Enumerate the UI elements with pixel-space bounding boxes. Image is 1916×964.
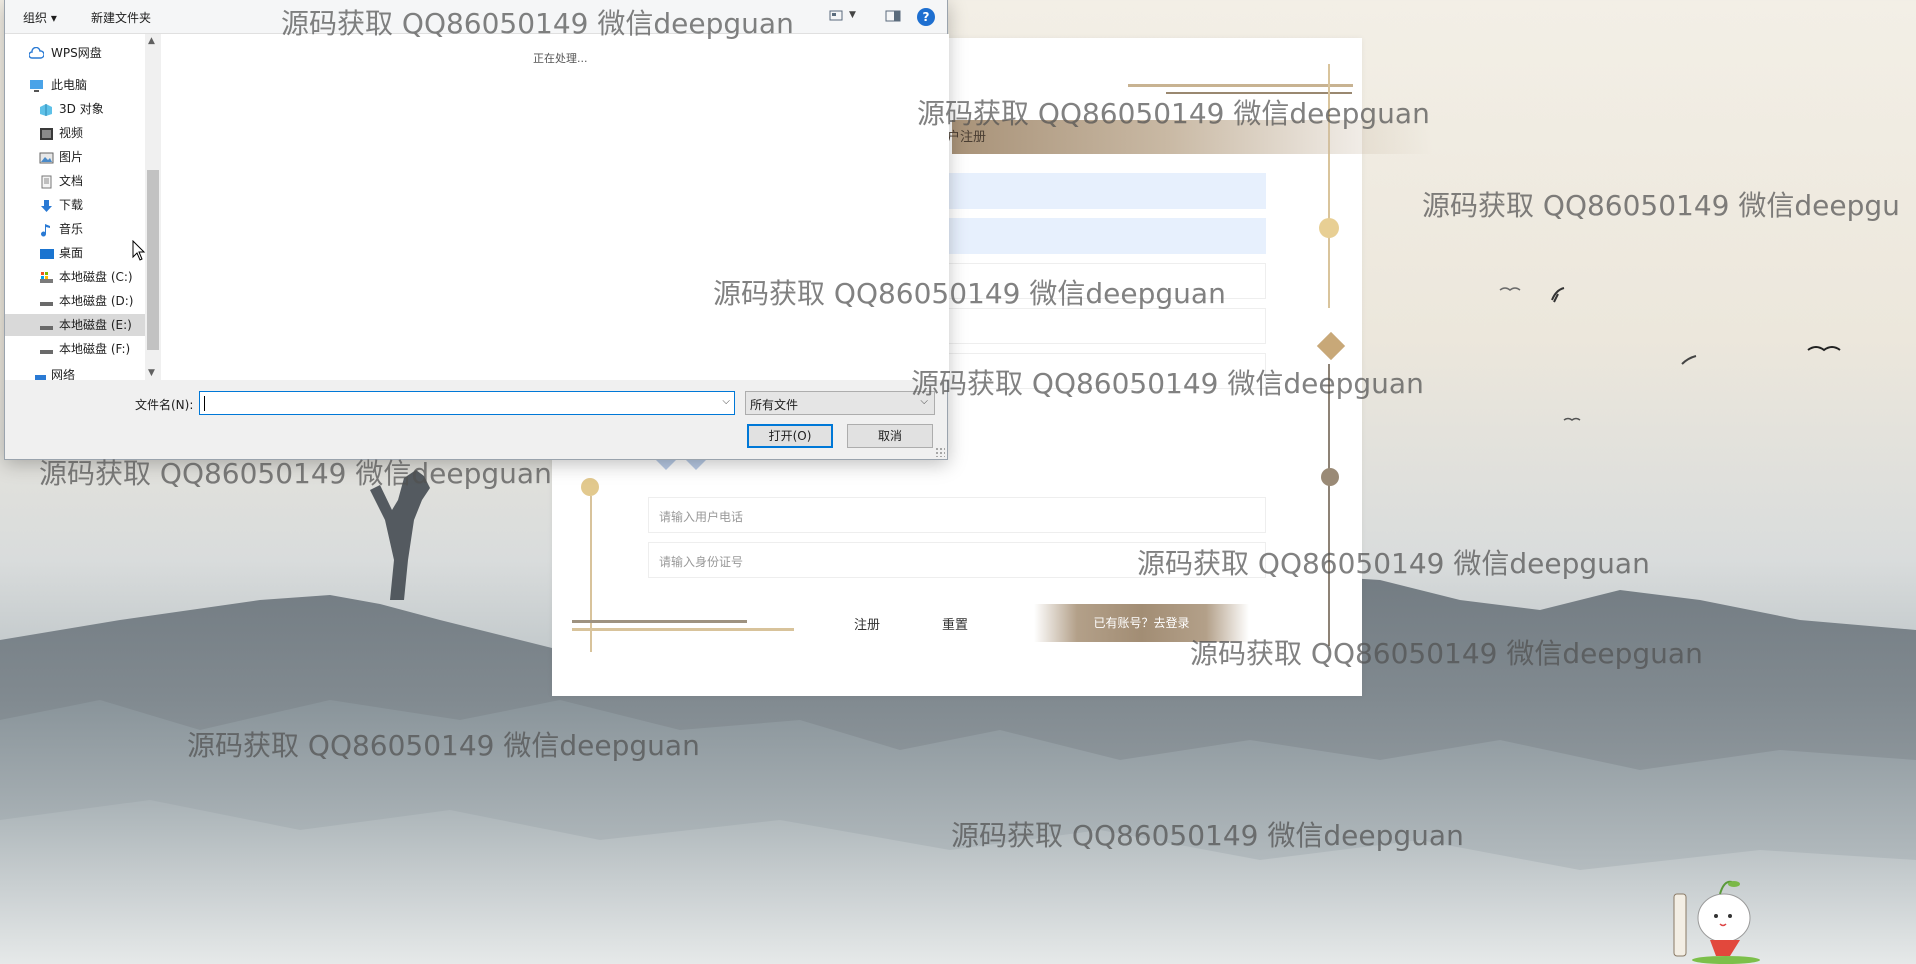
decorative-line [572, 620, 747, 623]
decorative-line [1328, 64, 1330, 308]
phone-field[interactable]: 请输入用户电话 [648, 497, 1266, 533]
decorative-diamond [1316, 331, 1346, 361]
drive-icon [39, 318, 54, 332]
nav-item-3d-objects[interactable]: 3D 对象 [5, 98, 145, 120]
nav-item-desktop[interactable]: 桌面 [5, 242, 145, 264]
nav-item-drive-d[interactable]: 本地磁盘 (D:) [5, 290, 145, 312]
desktop-icon [39, 246, 54, 260]
open-button[interactable]: 打开(O) [747, 424, 833, 448]
decorative-line [1166, 92, 1352, 94]
decorative-dot [1319, 218, 1339, 238]
chevron-down-icon: ⌵ [920, 396, 928, 407]
computer-icon [29, 78, 44, 92]
scroll-up-icon[interactable]: ▲ [148, 36, 155, 46]
reset-button[interactable]: 重置 [942, 614, 968, 633]
page-title: 户注册 [947, 130, 987, 145]
system-drive-icon [39, 270, 54, 284]
text-caret [204, 396, 205, 411]
filename-input[interactable]: ⌵ [199, 391, 735, 415]
document-icon [39, 174, 54, 189]
dialog-toolbar: 组织 ▾ 新建文件夹 ▼ ? [5, 0, 947, 34]
resize-grip[interactable] [935, 447, 945, 457]
nav-item-drive-e[interactable]: 本地磁盘 (E:) [5, 314, 145, 336]
decorative-line [1128, 84, 1353, 87]
file-list-pane[interactable]: 正在处理... [161, 34, 949, 380]
cube-icon [39, 102, 54, 116]
nav-item-videos[interactable]: 视频 [5, 122, 145, 144]
music-icon [39, 222, 54, 237]
chevron-down-icon[interactable]: ⌵ [722, 396, 730, 407]
mascot-image [1670, 870, 1770, 964]
nav-item-pictures[interactable]: 图片 [5, 146, 145, 168]
idcard-field[interactable]: 请输入身份证号 [648, 542, 1266, 578]
navigation-pane: WPS网盘 此电脑 3D 对象 视频 图片 文档 下载 音乐 桌面 本地磁盘 (… [5, 34, 145, 380]
help-icon[interactable]: ? [917, 8, 935, 26]
filename-label: 文件名(N): [135, 398, 194, 412]
view-dropdown-icon[interactable]: ▼ [849, 10, 865, 26]
network-icon [33, 372, 48, 380]
title-banner [952, 120, 1432, 154]
scrollbar-thumb[interactable] [147, 170, 159, 350]
nav-item-documents[interactable]: 文档 [5, 170, 145, 192]
new-folder-button[interactable]: 新建文件夹 [91, 9, 151, 26]
decorative-line [572, 628, 794, 631]
nav-scrollbar[interactable]: ▲ ▼ [145, 34, 161, 380]
nav-item-drive-c[interactable]: 本地磁盘 (C:) [5, 266, 145, 288]
filetype-value: 所有文件 [750, 398, 799, 412]
drive-icon [39, 294, 54, 308]
go-login-button[interactable]: 已有账号？去登录 [1034, 604, 1249, 642]
view-options-icon[interactable] [829, 8, 845, 24]
download-icon [39, 198, 54, 212]
nav-item-this-pc[interactable]: 此电脑 [5, 74, 145, 96]
nav-item-downloads[interactable]: 下载 [5, 194, 145, 216]
watermark: 源码获取 QQ86050149 微信deepguan [951, 819, 1464, 852]
processing-status: 正在处理... [533, 52, 588, 65]
register-button[interactable]: 注册 [854, 614, 880, 633]
decorative-dot [581, 478, 599, 496]
nav-item-network[interactable]: 网络 [5, 368, 145, 380]
watermark: 源码获取 QQ86050149 微信deepgu [1422, 189, 1900, 222]
picture-icon [39, 150, 54, 164]
watermark: 源码获取 QQ86050149 微信deepguan [187, 729, 700, 762]
scroll-down-icon[interactable]: ▼ [148, 368, 155, 378]
nav-item-wps-cloud[interactable]: WPS网盘 [5, 42, 145, 64]
preview-pane-icon[interactable] [885, 8, 901, 24]
cloud-icon [28, 46, 45, 60]
nav-item-music[interactable]: 音乐 [5, 218, 145, 240]
file-open-dialog: 组织 ▾ 新建文件夹 ▼ ? WPS网盘 此电脑 3D 对象 视频 图片 文档 … [4, 0, 949, 460]
video-icon [39, 126, 54, 140]
drive-icon [39, 342, 54, 356]
cancel-button[interactable]: 取消 [847, 424, 933, 448]
decorative-dot [1321, 468, 1339, 486]
nav-item-drive-f[interactable]: 本地磁盘 (F:) [5, 338, 145, 360]
mouse-cursor-icon [132, 239, 146, 266]
decorative-line [1328, 364, 1330, 646]
filetype-select[interactable]: 所有文件 ⌵ [745, 391, 935, 415]
organize-menu[interactable]: 组织 ▾ [23, 9, 57, 26]
